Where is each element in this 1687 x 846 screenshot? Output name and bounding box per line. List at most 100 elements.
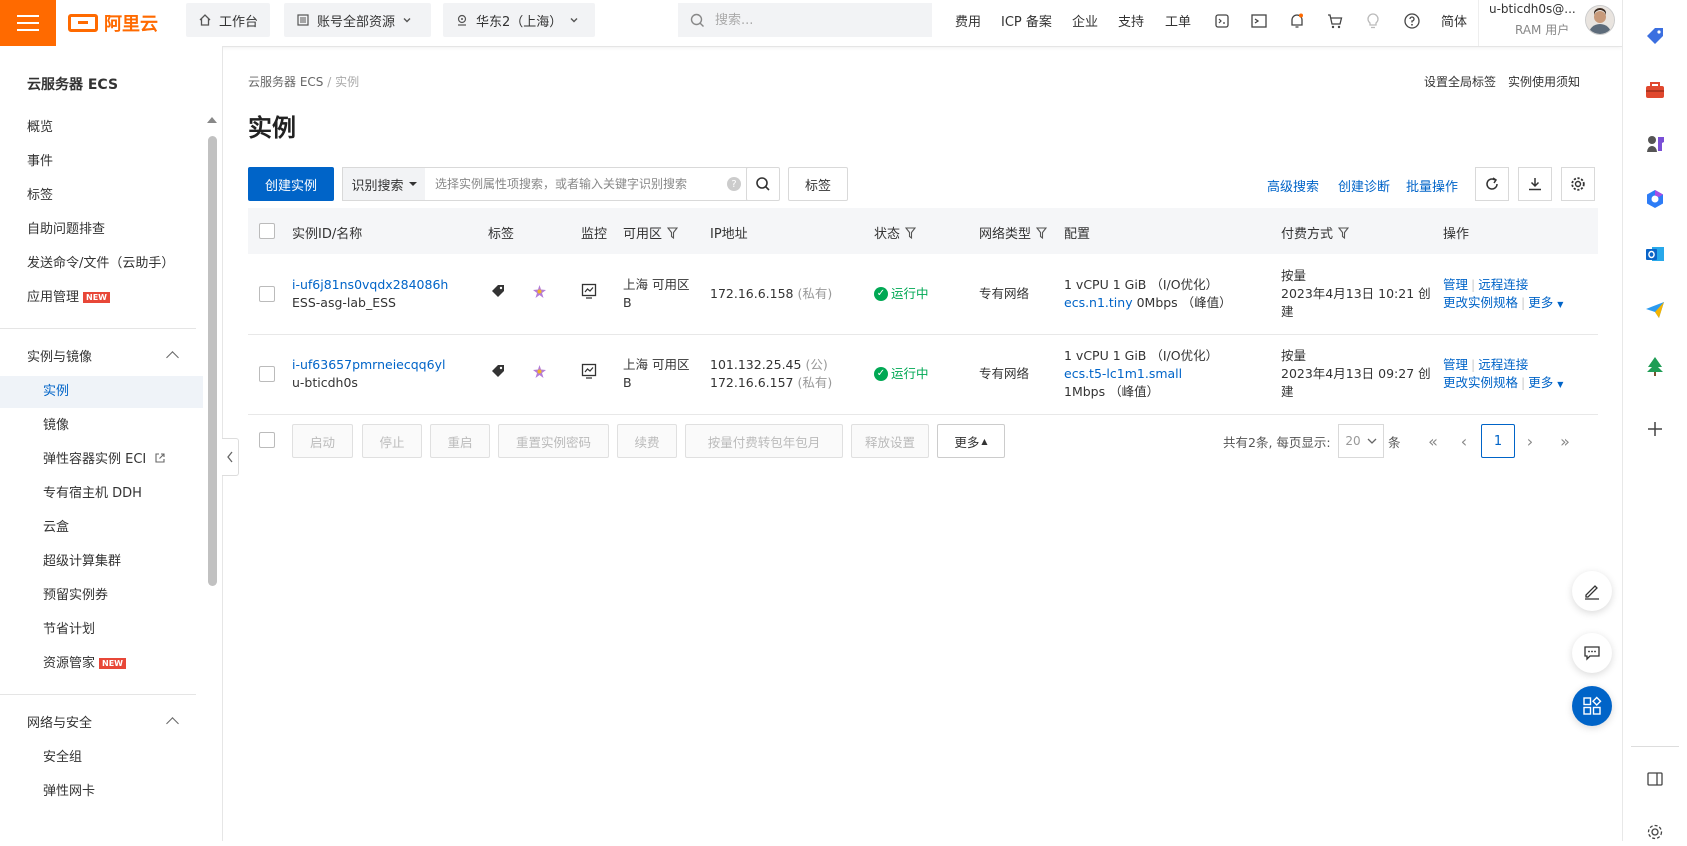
api-icon[interactable] <box>1209 8 1235 34</box>
help-icon[interactable]: ? <box>727 177 741 191</box>
toolbox-app-icon[interactable] <box>1641 76 1669 104</box>
manage-link[interactable]: 管理 <box>1443 277 1468 292</box>
side-panel-icon[interactable] <box>1641 765 1669 793</box>
instance-search-button[interactable] <box>746 167 780 201</box>
send-app-icon[interactable] <box>1641 296 1669 324</box>
col-header-status[interactable]: 状态 <box>874 223 917 242</box>
tag-filter-button[interactable]: 标签 <box>788 167 848 201</box>
filter-icon[interactable] <box>905 226 917 239</box>
instance-type-link[interactable]: ecs.n1.tiny <box>1064 295 1133 310</box>
first-page-button[interactable]: « <box>1418 424 1448 458</box>
instance-notice-link[interactable]: 实例使用须知 <box>1508 73 1580 90</box>
bulk-select-checkbox[interactable] <box>259 432 275 448</box>
edit-feedback-button[interactable] <box>1572 571 1612 611</box>
add-icon[interactable] <box>1641 415 1669 443</box>
monitor-icon[interactable] <box>581 283 597 304</box>
page-size-select[interactable]: 20 <box>1338 424 1384 458</box>
nav-link-support[interactable]: 支持 <box>1118 11 1144 30</box>
sidebar-item-overview[interactable]: 概览 <box>0 112 203 144</box>
chat-button[interactable] <box>1572 633 1612 673</box>
global-search-box[interactable] <box>678 3 932 37</box>
col-header-billing[interactable]: 付费方式 <box>1281 223 1350 242</box>
row-checkbox[interactable] <box>259 366 275 382</box>
batch-operations-link[interactable]: 批量操作 <box>1406 176 1458 195</box>
sidebar-item-cloud-box[interactable]: 云盒 <box>0 512 203 544</box>
search-type-dropdown[interactable]: 识别搜索 <box>343 168 425 200</box>
renew-button[interactable]: 续费 <box>617 424 677 458</box>
prev-page-button[interactable]: ‹ <box>1449 424 1479 458</box>
filter-icon[interactable] <box>667 226 679 239</box>
edit-tags-icon[interactable] <box>532 364 547 384</box>
sidebar-item-eci[interactable]: 弹性容器实例 ECI <box>0 444 203 476</box>
start-button[interactable]: 启动 <box>292 424 353 458</box>
workbench-button[interactable]: 工作台 <box>186 3 271 37</box>
scrollbar-up-arrow[interactable] <box>207 117 217 123</box>
more-actions-button[interactable]: 更多 ▲ <box>937 424 1005 458</box>
sidebar-collapse-button[interactable] <box>222 438 239 476</box>
outlook-app-icon[interactable] <box>1641 240 1669 268</box>
sidebar-item-ddh[interactable]: 专有宿主机 DDH <box>0 478 203 510</box>
set-global-tags-link[interactable]: 设置全局标签 <box>1424 73 1496 90</box>
instance-search-input[interactable] <box>433 176 727 192</box>
next-page-button[interactable]: › <box>1515 424 1545 458</box>
instance-type-link[interactable]: ecs.t5-lc1m1.small <box>1064 366 1182 381</box>
instance-id-link[interactable]: i-uf63657pmrneiecqq6yl <box>292 357 445 372</box>
sidebar-item-app-management[interactable]: 应用管理 NEW <box>0 282 203 314</box>
bell-icon[interactable] <box>1284 8 1310 34</box>
instance-id-link[interactable]: i-uf6j81ns0vqdx284086h <box>292 277 448 292</box>
resource-scope-dropdown[interactable]: 账号全部资源 <box>284 3 431 37</box>
remote-connect-link[interactable]: 远程连接 <box>1478 357 1528 372</box>
export-button[interactable] <box>1518 167 1552 201</box>
sidebar-group-network-security[interactable]: 网络与安全 <box>0 708 203 740</box>
global-search-input[interactable] <box>713 11 897 29</box>
sidebar-item-images[interactable]: 镜像 <box>0 410 203 442</box>
gear-icon[interactable] <box>1641 818 1669 846</box>
apps-button[interactable] <box>1572 686 1612 726</box>
sidebar-item-tags[interactable]: 标签 <box>0 180 203 212</box>
convert-billing-button[interactable]: 按量付费转包年包月 <box>685 424 843 458</box>
menu-icon[interactable] <box>0 0 56 46</box>
refresh-button[interactable] <box>1475 167 1509 201</box>
user-menu[interactable]: u-bticdh0s@... RAM 用户 <box>1478 0 1623 46</box>
region-dropdown[interactable]: 华东2（上海） <box>443 3 595 37</box>
sidebar-group-instances-images[interactable]: 实例与镜像 <box>0 342 203 374</box>
reset-password-button[interactable]: 重置实例密码 <box>498 424 609 458</box>
tree-app-icon[interactable] <box>1641 352 1669 380</box>
lightbulb-icon[interactable] <box>1360 8 1386 34</box>
tag-icon[interactable] <box>491 284 505 303</box>
manage-link[interactable]: 管理 <box>1443 357 1468 372</box>
table-settings-button[interactable] <box>1561 167 1595 201</box>
terminal-icon[interactable] <box>1246 8 1272 34</box>
nav-link-icp[interactable]: ICP 备案 <box>1001 11 1052 30</box>
sidebar-item-scc[interactable]: 超级计算集群 <box>0 546 203 578</box>
nav-link-tickets[interactable]: 工单 <box>1165 11 1191 30</box>
stop-button[interactable]: 停止 <box>362 424 422 458</box>
cart-icon[interactable] <box>1322 8 1348 34</box>
create-diagnosis-link[interactable]: 创建诊断 <box>1338 176 1390 195</box>
select-all-checkbox[interactable] <box>259 223 275 239</box>
row-checkbox[interactable] <box>259 286 275 302</box>
monitor-icon[interactable] <box>581 363 597 384</box>
sidebar-scrollbar[interactable] <box>208 136 217 586</box>
nav-link-enterprise[interactable]: 企业 <box>1072 11 1098 30</box>
filter-icon[interactable] <box>1036 226 1048 239</box>
edit-tags-icon[interactable] <box>532 284 547 304</box>
tag-icon[interactable] <box>491 364 505 383</box>
sidebar-item-cloud-assistant[interactable]: 发送命令/文件（云助手） <box>0 248 203 280</box>
remote-connect-link[interactable]: 远程连接 <box>1478 277 1528 292</box>
change-spec-link[interactable]: 更改实例规格 <box>1443 375 1518 390</box>
sidebar-item-security-groups[interactable]: 安全组 <box>0 742 203 774</box>
chess-app-icon[interactable] <box>1641 130 1669 158</box>
restart-button[interactable]: 重启 <box>430 424 490 458</box>
col-header-network[interactable]: 网络类型 <box>979 223 1048 242</box>
more-ops-link[interactable]: 更多 ▼ <box>1528 295 1563 310</box>
create-instance-button[interactable]: 创建实例 <box>248 167 334 201</box>
sidebar-item-savings-plan[interactable]: 节省计划 <box>0 614 203 646</box>
tag-app-icon[interactable] <box>1641 22 1669 50</box>
advanced-search-link[interactable]: 高级搜索 <box>1267 176 1319 195</box>
help-icon[interactable] <box>1399 8 1425 34</box>
col-header-zone[interactable]: 可用区 <box>623 223 679 242</box>
sidebar-item-eni[interactable]: 弹性网卡 <box>0 776 203 808</box>
aliyun-logo[interactable]: 阿里云 <box>68 7 158 39</box>
sidebar-item-instances[interactable]: 实例 <box>0 376 203 408</box>
